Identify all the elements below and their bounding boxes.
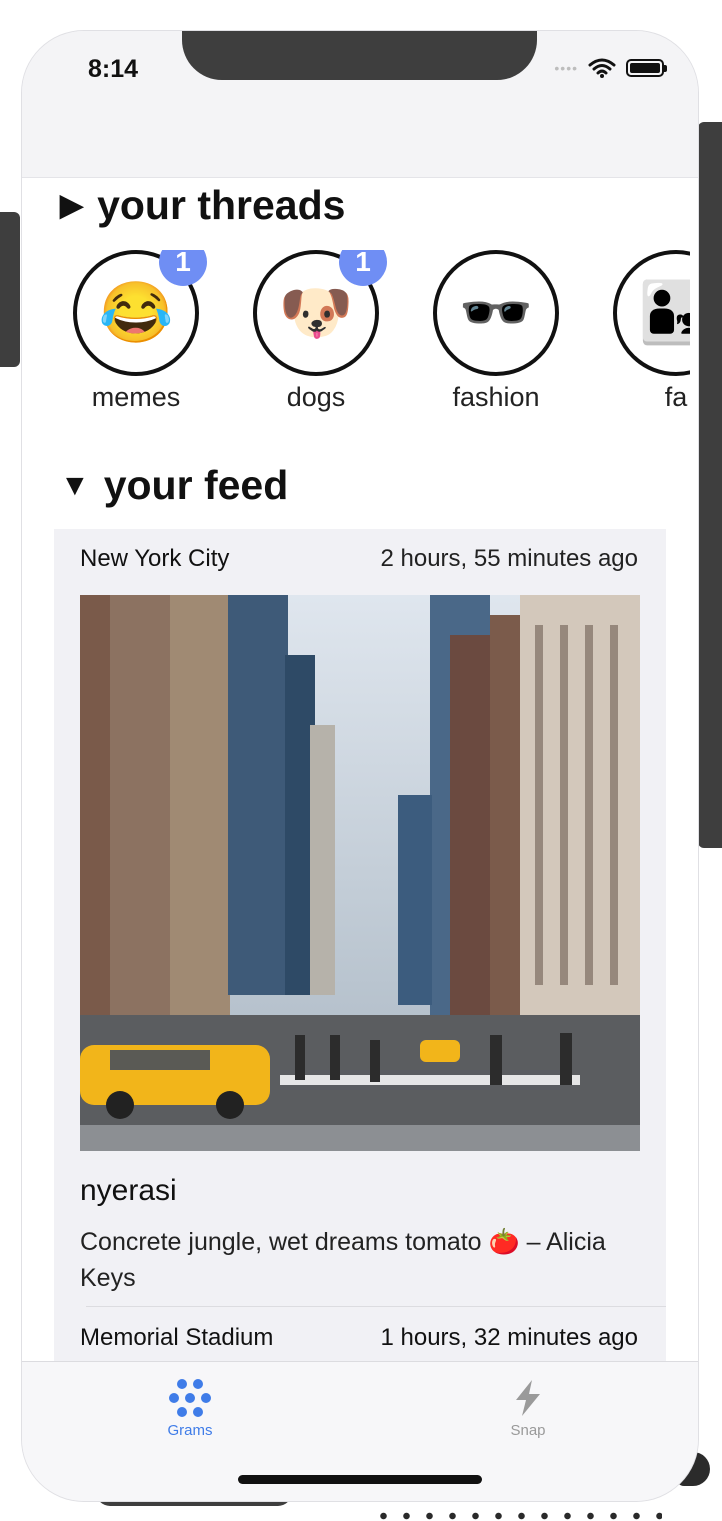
signal-icon: •••• (554, 60, 578, 76)
thread-label: dogs (286, 382, 346, 412)
feed-post-card[interactable]: New York City 2 hours, 55 minutes ago ny… (54, 529, 666, 1361)
battery-icon (626, 59, 667, 77)
post-header: New York City 2 hours, 55 minutes ago (80, 545, 638, 573)
status-time: 8:14 (88, 55, 139, 83)
main-content[interactable]: ▶ your threads 😂 1 memes 🐶 1 dogs � (22, 178, 698, 1361)
thread-item-fashion[interactable]: 🕶️ fashion (430, 250, 562, 413)
post-divider (86, 1306, 666, 1307)
thread-item-family[interactable]: 👨‍👧 fa (610, 250, 690, 413)
family-emoji-icon: 👨‍👧 (638, 279, 690, 346)
tab-grams[interactable]: Grams (130, 1378, 250, 1439)
post-time: 2 hours, 55 minutes ago (380, 545, 639, 572)
sunglasses-emoji-icon: 🕶️ (458, 279, 534, 346)
tab-label: Snap (510, 1422, 546, 1439)
post-time: 1 hours, 32 minutes ago (380, 1324, 639, 1351)
feed-header[interactable]: ▼ your feed (60, 462, 288, 509)
dog-emoji-icon: 🐶 (278, 279, 354, 346)
thread-label: fashion (452, 382, 540, 412)
wifi-icon (588, 58, 616, 78)
post-caption: Concrete jungle, wet dreams tomato 🍅 – A… (80, 1228, 606, 1292)
thread-item-memes[interactable]: 😂 1 memes (70, 250, 207, 413)
triangle-down-icon: ▼ (60, 468, 90, 502)
home-indicator[interactable] (238, 1475, 482, 1484)
notch (182, 31, 537, 80)
thread-avatar: 🐶 1 (253, 250, 387, 376)
decorative-dots (372, 1512, 662, 1520)
laughing-emoji-icon: 😂 (98, 279, 174, 346)
device-side-piece-left (0, 212, 20, 367)
threads-header[interactable]: ▶ your threads (60, 182, 345, 229)
thread-avatar: 👨‍👧 (613, 250, 690, 376)
phone-screen: 8:14 •••• ▶ your threads 😂 1 memes 🐶 1 d… (22, 31, 698, 1501)
post-location: New York City (80, 545, 230, 572)
thread-avatar: 😂 1 (73, 250, 207, 376)
triangle-right-icon: ▶ (60, 189, 84, 222)
status-indicators: •••• (554, 57, 667, 79)
threads-scroller[interactable]: 😂 1 memes 🐶 1 dogs 🕶️ fashion (70, 250, 690, 420)
feed-title: your feed (103, 462, 289, 508)
thread-item-dogs[interactable]: 🐶 1 dogs (250, 250, 387, 413)
thread-avatar: 🕶️ (433, 250, 559, 376)
post-photo[interactable] (80, 595, 640, 1151)
device-side-piece-right (698, 122, 722, 848)
post-header: Memorial Stadium 1 hours, 32 minutes ago (80, 1324, 638, 1352)
thread-label: fa (664, 382, 688, 412)
threads-title: your threads (97, 182, 346, 228)
tab-snap[interactable]: Snap (468, 1378, 588, 1439)
grams-dots-icon (169, 1379, 211, 1417)
post-username[interactable]: nyerasi (80, 1174, 177, 1208)
lightning-icon (516, 1380, 540, 1416)
thread-label: memes (91, 382, 181, 412)
tab-label: Grams (167, 1422, 213, 1439)
post-location: Memorial Stadium (80, 1324, 274, 1351)
